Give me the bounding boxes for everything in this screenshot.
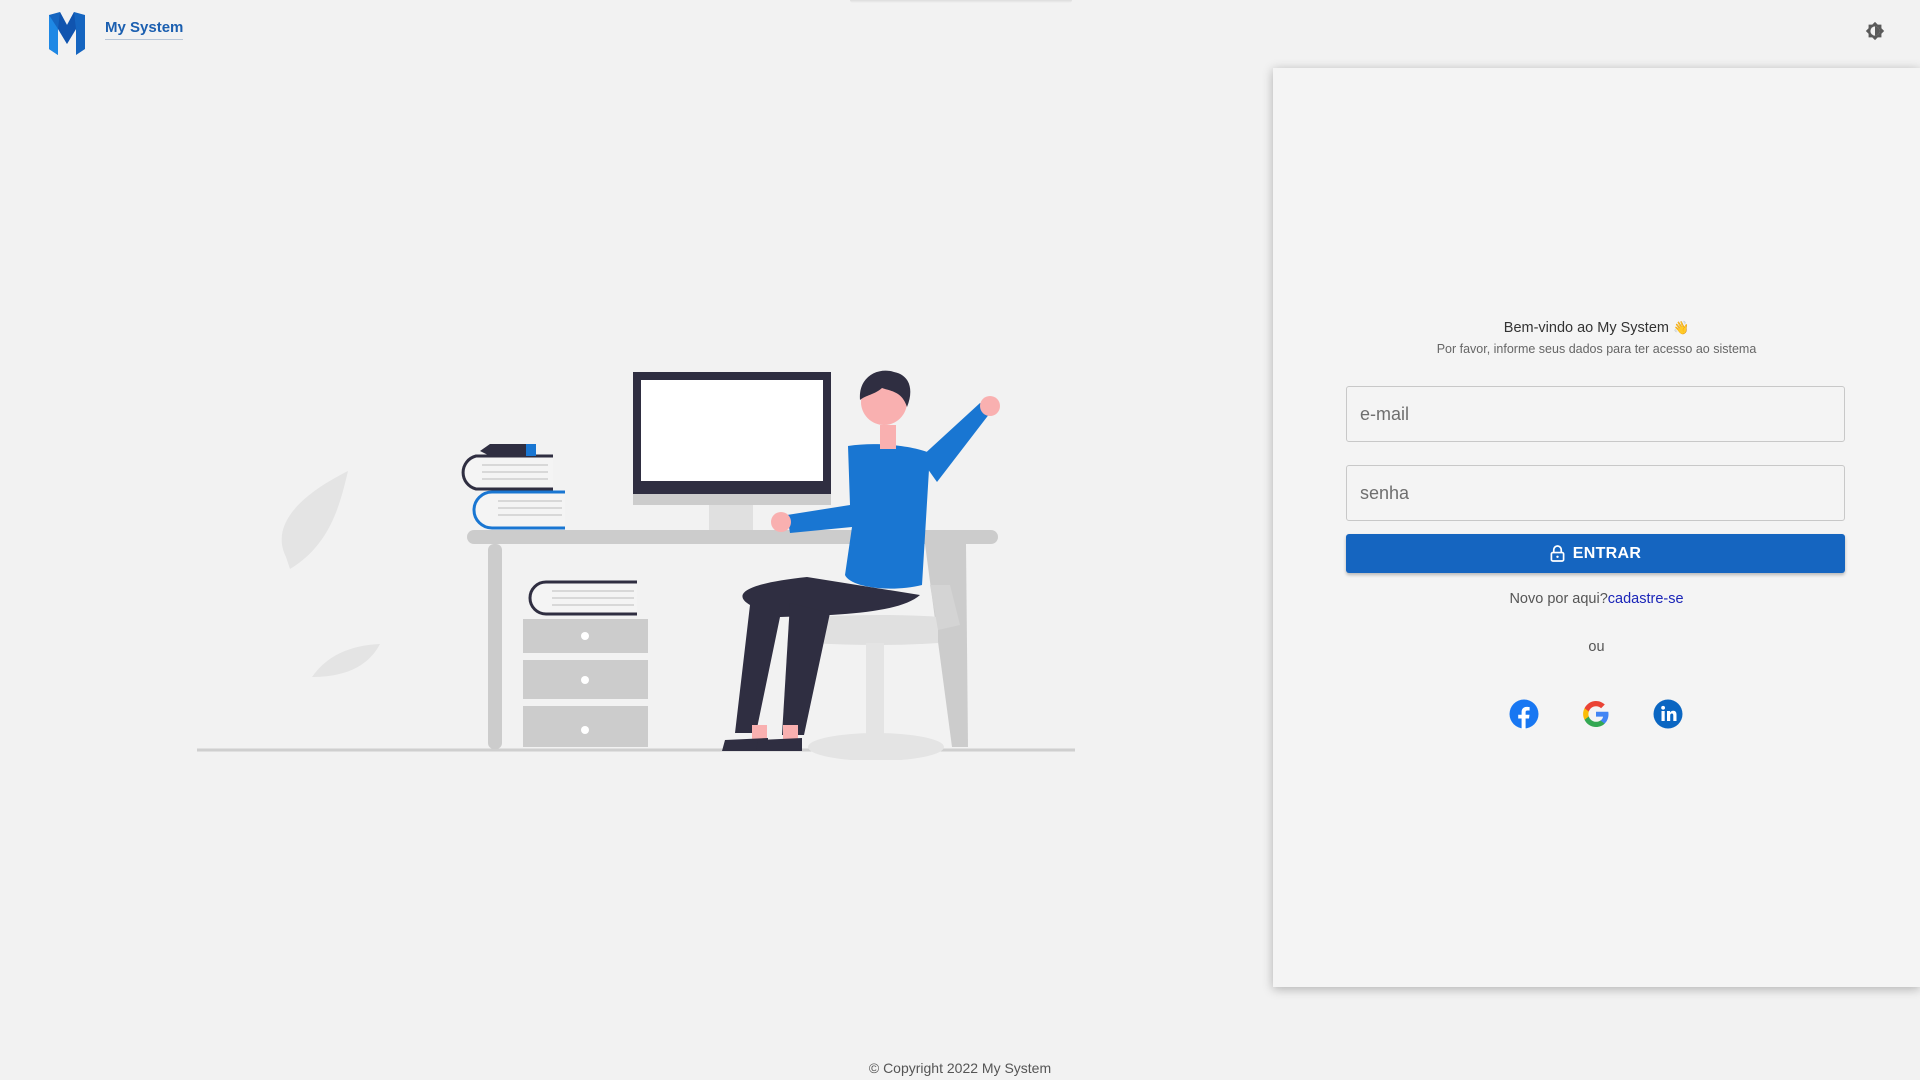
leaves-decoration [281,471,380,677]
login-panel: Bem-vindo ao My System 👋 Por favor, info… [1273,68,1920,987]
computer-monitor [633,372,831,530]
linkedin-icon[interactable] [1653,699,1683,729]
signup-prompt-line: Novo por aqui?cadastre-se [1273,591,1920,607]
footer-copyright: © Copyright 2022 My System [868,1060,1052,1076]
lock-icon [1550,545,1565,562]
login-button[interactable]: ENTRAR [1346,534,1845,573]
google-icon[interactable] [1581,699,1611,729]
password-input[interactable] [1346,465,1845,521]
app-logo-icon[interactable] [48,11,86,55]
welcome-heading: Bem-vindo ao My System 👋 [1273,320,1920,336]
book-on-drawer [528,580,637,616]
drawer-cabinet [523,619,648,747]
app-header: My System [0,0,1920,60]
login-button-label: ENTRAR [1572,544,1642,562]
waving-hand-emoji: 👋 [1673,320,1690,335]
welcome-text: Bem-vindo ao My System [1503,320,1669,336]
or-divider-text: ou [1588,639,1605,655]
workspace-illustration [197,370,1075,760]
books-stack [461,444,565,530]
email-input[interactable] [1346,386,1845,442]
signup-link[interactable]: cadastre-se [1608,591,1684,607]
welcome-subtitle: Por favor, informe seus dados para ter a… [1436,342,1757,356]
theme-toggle-button[interactable] [1864,20,1886,42]
brightness-icon [1865,21,1885,41]
facebook-icon[interactable] [1509,699,1539,729]
top-edge-shadow [850,0,1072,3]
signup-prompt: Novo por aqui? [1509,591,1608,607]
brand-name[interactable]: My System [105,19,184,40]
